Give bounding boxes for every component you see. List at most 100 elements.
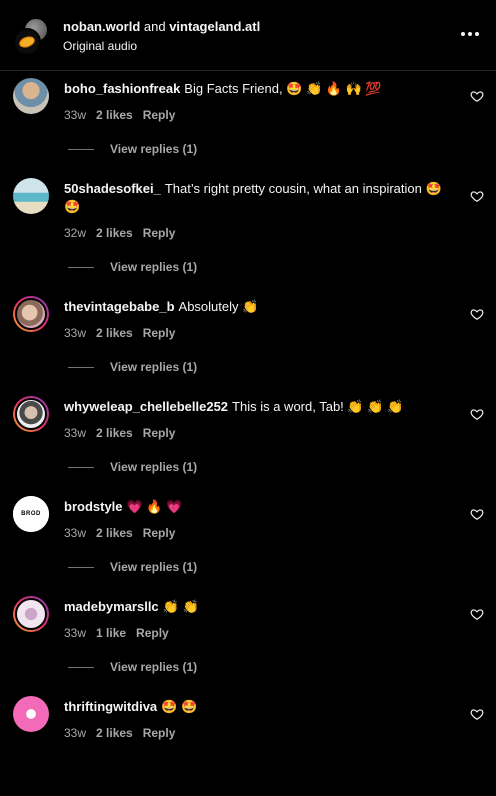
view-replies-button[interactable]: View replies (1) — [68, 560, 197, 574]
likes-count[interactable]: 2 likes — [96, 326, 133, 340]
divider — [68, 366, 94, 368]
header-and: and — [140, 19, 170, 34]
comment-item: 50shadesofkei_ That’s right pretty cousin… — [0, 178, 496, 278]
view-replies-button[interactable]: View replies (1) — [68, 660, 197, 674]
likes-count[interactable]: 2 likes — [96, 426, 133, 440]
comment-meta: 33w 1 like Reply — [64, 626, 179, 640]
view-replies-button[interactable]: View replies (1) — [68, 142, 197, 156]
avatar[interactable] — [13, 178, 49, 214]
avatar[interactable] — [13, 396, 49, 432]
dot-icon — [475, 32, 479, 36]
likes-count[interactable]: 2 likes — [96, 726, 133, 740]
view-replies-button[interactable]: View replies (1) — [68, 460, 197, 474]
like-heart-icon[interactable] — [470, 89, 484, 103]
header-user1[interactable]: noban.world — [63, 19, 140, 34]
comment-meta: 33w 2 likes Reply — [64, 426, 185, 440]
comment-text-block: 50shadesofkei_ That’s right pretty cousin… — [64, 180, 456, 216]
like-heart-icon[interactable] — [470, 607, 484, 621]
comment-time[interactable]: 33w — [64, 726, 86, 740]
likes-count[interactable]: 2 likes — [96, 526, 133, 540]
like-heart-icon[interactable] — [470, 507, 484, 521]
brodstyle-logo: BROD — [13, 496, 49, 532]
comment-username[interactable]: madebymarsllc — [64, 599, 159, 614]
dot-icon — [461, 32, 465, 36]
view-replies-label: View replies (1) — [110, 660, 198, 674]
planet-logo-icon — [17, 34, 37, 50]
view-replies-button[interactable]: View replies (1) — [68, 360, 197, 374]
divider — [68, 266, 94, 268]
avatar[interactable] — [13, 596, 49, 632]
comment-username[interactable]: boho_fashionfreak — [64, 81, 180, 96]
view-replies-label: View replies (1) — [110, 260, 198, 274]
comment-text: Big Facts Friend, 🤩 👏 🔥 🙌 💯 — [184, 81, 382, 96]
comment-time[interactable]: 33w — [64, 426, 86, 440]
avatar[interactable] — [13, 296, 49, 332]
avatar-vintageland-atl[interactable] — [13, 28, 41, 56]
likes-count[interactable]: 1 like — [96, 626, 126, 640]
comment-time[interactable]: 32w — [64, 226, 86, 240]
divider — [68, 666, 94, 668]
comment-text-block: thriftingwitdiva 🤩 🤩 — [64, 698, 456, 716]
reel-audio-header: noban.world and vintageland.atl Original… — [0, 0, 496, 71]
comment-text: This is a word, Tab! 👏 👏 👏 — [232, 399, 404, 414]
comment-meta: 33w 2 likes Reply — [64, 726, 185, 740]
likes-count[interactable]: 2 likes — [96, 226, 133, 240]
comment-text-block: thevintagebabe_b Absolutely 👏 — [64, 298, 456, 316]
collab-avatars[interactable] — [13, 17, 49, 56]
reply-button[interactable]: Reply — [143, 326, 176, 340]
reply-button[interactable]: Reply — [143, 726, 176, 740]
comment-item: boho_fashionfreak Big Facts Friend, 🤩 👏 🔥… — [0, 78, 496, 178]
original-audio-link[interactable]: Original audio — [63, 39, 137, 53]
comment-username[interactable]: thriftingwitdiva — [64, 699, 157, 714]
comment-meta: 33w 2 likes Reply — [64, 108, 185, 122]
reply-button[interactable]: Reply — [143, 226, 176, 240]
reply-button[interactable]: Reply — [143, 108, 176, 122]
comment-text: 👏 👏 — [162, 599, 199, 614]
comment-meta: 32w 2 likes Reply — [64, 226, 185, 240]
comment-text: 🤩 🤩 — [161, 699, 198, 714]
comment-meta: 33w 2 likes Reply — [64, 326, 185, 340]
view-replies-label: View replies (1) — [110, 142, 198, 156]
comment-item: thriftingwitdiva 🤩 🤩 33w 2 likes Reply — [0, 696, 496, 796]
like-heart-icon[interactable] — [470, 189, 484, 203]
comment-meta: 33w 2 likes Reply — [64, 526, 185, 540]
dot-icon — [468, 32, 472, 36]
reply-button[interactable]: Reply — [143, 526, 176, 540]
avatar[interactable] — [13, 78, 49, 114]
likes-count[interactable]: 2 likes — [96, 108, 133, 122]
comment-username[interactable]: whyweleap_chellebelle252 — [64, 399, 228, 414]
comment-username[interactable]: thevintagebabe_b — [64, 299, 175, 314]
avatar[interactable] — [13, 696, 49, 732]
reply-button[interactable]: Reply — [136, 626, 169, 640]
comment-username[interactable]: brodstyle — [64, 499, 123, 514]
comment-text-block: boho_fashionfreak Big Facts Friend, 🤩 👏 🔥… — [64, 80, 456, 98]
comment-text-block: madebymarsllc 👏 👏 — [64, 598, 456, 616]
avatar[interactable]: BROD — [13, 496, 49, 532]
header-user2[interactable]: vintageland.atl — [169, 19, 260, 34]
reply-button[interactable]: Reply — [143, 426, 176, 440]
view-replies-label: View replies (1) — [110, 460, 198, 474]
comment-text: Absolutely 👏 — [178, 299, 259, 314]
view-replies-button[interactable]: View replies (1) — [68, 260, 197, 274]
like-heart-icon[interactable] — [470, 707, 484, 721]
comment-item: thevintagebabe_b Absolutely 👏 33w 2 likes R… — [0, 296, 496, 396]
like-heart-icon[interactable] — [470, 407, 484, 421]
comment-text: 💗 🔥 💗 — [126, 499, 183, 514]
divider — [68, 148, 94, 150]
comment-username[interactable]: 50shadesofkei_ — [64, 181, 161, 196]
comment-item: BROD brodstyle 💗 🔥 💗 33w 2 likes Reply View… — [0, 496, 496, 596]
comment-item: whyweleap_chellebelle252 This is a word, … — [0, 396, 496, 496]
comment-time[interactable]: 33w — [64, 626, 86, 640]
view-replies-label: View replies (1) — [110, 560, 198, 574]
view-replies-label: View replies (1) — [110, 360, 198, 374]
comment-text-block: brodstyle 💗 🔥 💗 — [64, 498, 456, 516]
comment-item: madebymarsllc 👏 👏 33w 1 like Reply View rep… — [0, 596, 496, 696]
more-options-button[interactable] — [460, 26, 480, 42]
like-heart-icon[interactable] — [470, 307, 484, 321]
header-title: noban.world and vintageland.atl — [63, 19, 260, 34]
comment-time[interactable]: 33w — [64, 108, 86, 122]
comment-time[interactable]: 33w — [64, 326, 86, 340]
comment-time[interactable]: 33w — [64, 526, 86, 540]
divider — [68, 566, 94, 568]
divider — [68, 466, 94, 468]
